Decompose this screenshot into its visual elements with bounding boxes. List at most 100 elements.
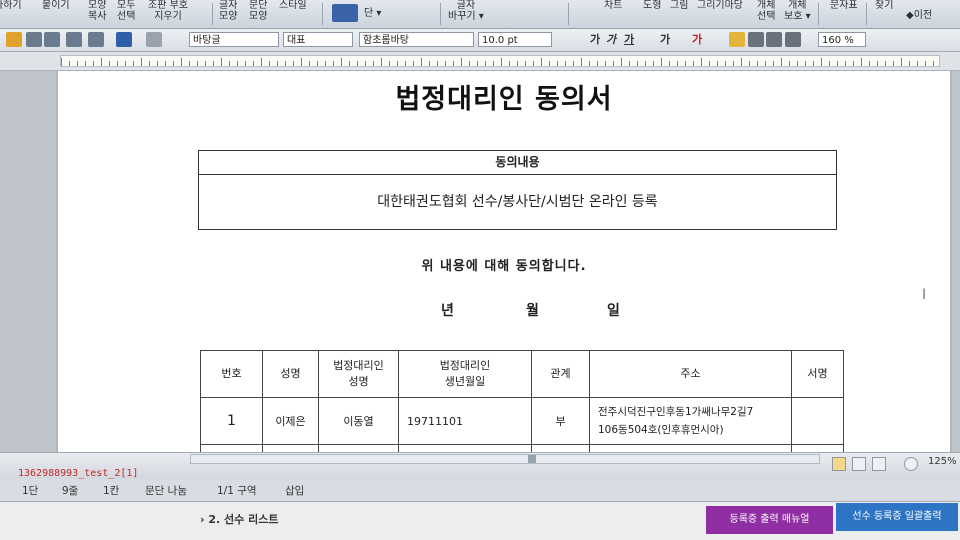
align-left-icon[interactable] bbox=[748, 32, 764, 47]
ribbon-separator bbox=[212, 3, 213, 25]
ruler-tick bbox=[389, 61, 390, 66]
breadcrumb[interactable]: › 2. 선수 리스트 bbox=[200, 511, 278, 527]
ribbon-replace[interactable]: 글자 바꾸기 ▾ bbox=[448, 0, 484, 22]
underline-button[interactable]: 가 bbox=[624, 32, 634, 47]
page-layout-icon[interactable] bbox=[332, 4, 358, 22]
ruler-tick bbox=[397, 61, 398, 66]
ribbon-object-select[interactable]: 개체 선택 bbox=[757, 0, 775, 22]
ribbon-shape[interactable]: 도형 bbox=[643, 0, 661, 11]
web-page-strip: › 2. 선수 리스트 등록증 출력 매뉴얼 선수 등록증 일괄출력 bbox=[0, 502, 960, 540]
status-bar: 1단 9줄 1칸 문단 나눔 1/1 구역 삽입 bbox=[0, 479, 960, 502]
table-cell[interactable] bbox=[589, 444, 792, 452]
ruler-tick bbox=[653, 61, 654, 66]
align-right-icon[interactable] bbox=[766, 32, 782, 47]
ribbon-separator bbox=[568, 3, 569, 25]
web-view-icon[interactable] bbox=[852, 457, 866, 471]
preview-icon[interactable] bbox=[88, 32, 104, 47]
zoom-level[interactable]: 125% bbox=[928, 456, 957, 467]
ruler-tick bbox=[701, 58, 702, 66]
ruler-tick bbox=[85, 61, 86, 66]
print-icon[interactable] bbox=[66, 32, 82, 47]
zoom-combo[interactable]: 160 % bbox=[818, 32, 866, 47]
ribbon-char-shape[interactable]: 글자 모양 bbox=[219, 0, 237, 22]
document-canvas[interactable]: 법정대리인 동의서 동의내용 대한태권도협회 선수/봉사단/시범단 온라인 등록… bbox=[0, 71, 960, 452]
italic-button[interactable]: 가 bbox=[606, 32, 616, 47]
new-doc-icon[interactable] bbox=[6, 32, 22, 47]
ruler-tick bbox=[77, 61, 78, 66]
save-icon[interactable] bbox=[44, 32, 60, 47]
ribbon-style[interactable]: 스타일 bbox=[279, 0, 307, 11]
ribbon-format-copy[interactable]: 모양 복사 bbox=[88, 0, 106, 22]
ruler-tick bbox=[365, 61, 366, 66]
ruler-band[interactable] bbox=[60, 55, 940, 67]
table-cell[interactable] bbox=[398, 444, 532, 452]
table-cell[interactable] bbox=[791, 444, 844, 452]
align-center-icon[interactable] bbox=[785, 32, 801, 47]
ruler-tick bbox=[749, 61, 750, 66]
cell-signature[interactable] bbox=[791, 397, 844, 445]
ribbon-columns[interactable]: 단 ▾ bbox=[364, 8, 381, 19]
cell-rep-name[interactable]: 이동열 bbox=[318, 397, 399, 445]
cell-rep-birth[interactable]: 19711101 bbox=[398, 397, 532, 445]
zoom-icon[interactable] bbox=[904, 457, 918, 471]
ruler-tick bbox=[109, 61, 110, 66]
font-color-button[interactable]: 가 bbox=[692, 32, 702, 47]
scroll-thumb[interactable] bbox=[528, 455, 536, 463]
ruler-tick bbox=[221, 58, 222, 66]
ribbon-char-map[interactable]: 문자표 bbox=[830, 0, 858, 11]
table-cell[interactable] bbox=[200, 444, 263, 452]
ribbon-find[interactable]: 찾기 bbox=[875, 0, 893, 11]
normal-view-icon[interactable] bbox=[832, 457, 846, 471]
status-section: 1/1 구역 bbox=[217, 485, 257, 497]
open-icon[interactable] bbox=[26, 32, 42, 47]
strike-button[interactable]: 가 bbox=[660, 32, 670, 47]
table-cell[interactable] bbox=[318, 444, 399, 452]
ribbon-clear-marks[interactable]: 조판 부호 지우기 bbox=[148, 0, 188, 22]
ribbon: 사하기 붙이기 모양 복사 모두 선택 조판 부호 지우기 글자 모양 문단 모… bbox=[0, 0, 960, 29]
bulk-print-button[interactable]: 선수 등록증 일괄출력 bbox=[836, 503, 958, 531]
header-rep-birth: 법정대리인 생년월일 bbox=[398, 350, 532, 398]
table-row[interactable]: 1 이제은 이동열 19711101 부 전주시덕진구인후동1가쌔나무2길7 1… bbox=[200, 397, 844, 445]
consent-header: 동의내용 bbox=[199, 151, 836, 175]
table-row[interactable] bbox=[200, 444, 844, 452]
ruler-tick bbox=[325, 61, 326, 66]
cell-no[interactable]: 1 bbox=[200, 397, 263, 445]
font-combo[interactable]: 함초롬바탕 bbox=[359, 32, 474, 47]
document-tab[interactable]: 1362988993_test_2[1] bbox=[18, 468, 138, 479]
manual-button[interactable]: 등록증 출력 매뉴얼 bbox=[706, 506, 833, 534]
ribbon-draw-gallery[interactable]: 그리기마당 bbox=[697, 0, 743, 11]
document-page[interactable]: 법정대리인 동의서 동의내용 대한태권도협회 선수/봉사단/시범단 온라인 등록… bbox=[58, 71, 950, 452]
header-signature: 서명 bbox=[791, 350, 844, 398]
style-combo[interactable]: 바탕글 bbox=[189, 32, 279, 47]
status-column: 1단 bbox=[22, 485, 39, 497]
cell-relation[interactable]: 부 bbox=[531, 397, 590, 445]
outline-view-icon[interactable] bbox=[872, 457, 886, 471]
ribbon-select-all[interactable]: 모두 선택 bbox=[117, 0, 135, 22]
horizontal-scrollbar[interactable] bbox=[190, 454, 820, 464]
undo-icon[interactable] bbox=[116, 32, 132, 47]
ribbon-chart[interactable]: 차트 bbox=[604, 0, 622, 11]
align-justify-icon[interactable] bbox=[729, 32, 745, 47]
ruler-tick bbox=[453, 61, 454, 66]
paragraph-combo[interactable]: 대표 bbox=[283, 32, 353, 47]
font-size-combo[interactable]: 10.0 pt bbox=[478, 32, 552, 47]
ribbon-object-protect[interactable]: 개체 보호 ▾ bbox=[784, 0, 811, 22]
ruler-tick bbox=[405, 61, 406, 66]
ribbon-separator bbox=[440, 3, 441, 25]
redo-icon[interactable] bbox=[146, 32, 162, 47]
ruler-tick bbox=[357, 61, 358, 66]
ribbon-paste[interactable]: 붙이기 bbox=[42, 0, 70, 11]
ruler-tick bbox=[733, 61, 734, 66]
table-cell[interactable] bbox=[262, 444, 319, 452]
ruler-tick bbox=[821, 58, 822, 66]
bold-button[interactable]: 가 bbox=[590, 32, 600, 47]
status-insert-mode[interactable]: 삽입 bbox=[285, 483, 304, 498]
ribbon-prev[interactable]: ◆이전 bbox=[906, 10, 932, 21]
ribbon-picture[interactable]: 그림 bbox=[670, 0, 688, 11]
table-cell[interactable] bbox=[531, 444, 590, 452]
header-relation: 관계 bbox=[531, 350, 590, 398]
ribbon-copy[interactable]: 사하기 bbox=[0, 0, 22, 11]
cell-address[interactable]: 전주시덕진구인후동1가쌔나무2길7 106동504호(인후휴먼시아) bbox=[589, 397, 792, 445]
ribbon-para-shape[interactable]: 문단 모양 bbox=[249, 0, 267, 22]
cell-name[interactable]: 이제은 bbox=[262, 397, 319, 445]
